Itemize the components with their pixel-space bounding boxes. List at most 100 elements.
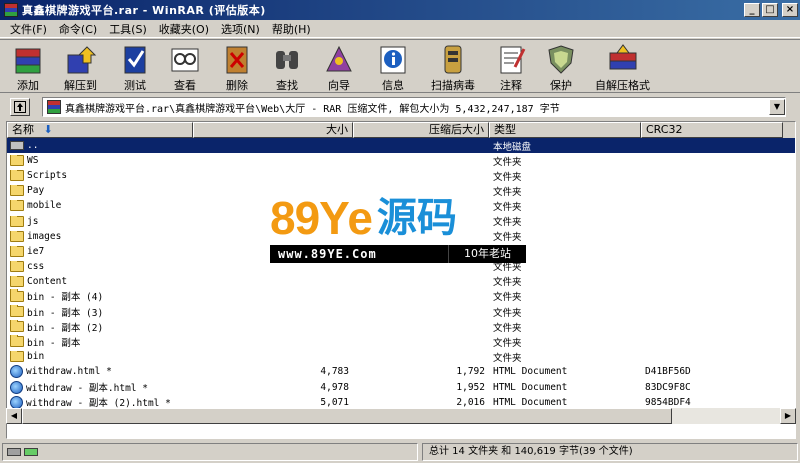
toolbar-button-label: 解压到 (64, 79, 97, 92)
html-document-icon (10, 365, 23, 379)
file-list[interactable]: 名称 ⬇ 大小 压缩后大小 类型 CRC32 .. 本地磁盘 WS 文件夹 Script… (6, 121, 796, 439)
local-disk-icon (10, 141, 24, 151)
drive-icon[interactable] (7, 448, 21, 456)
file-name-text: WS (27, 155, 39, 167)
scroll-track[interactable] (672, 408, 780, 424)
file-crc-cell: D41BF56D (645, 366, 691, 378)
file-name-text: css (27, 260, 45, 272)
file-name-cell: Pay (7, 185, 193, 197)
file-type-cell: 文件夹 (493, 201, 522, 213)
file-size-cell: 4,978 (320, 381, 349, 393)
lock-key-icon[interactable] (24, 448, 38, 456)
toolbar-button-find-binoculars[interactable]: 查找 (271, 40, 303, 92)
toolbar-button-test[interactable]: 测试 (119, 40, 151, 92)
file-name-text: images (27, 230, 62, 242)
toolbar-button-wizard[interactable]: 向导 (323, 40, 355, 92)
file-row[interactable]: bin - 副本 (3) 文件夹 (7, 304, 795, 319)
file-row[interactable]: Pay 文件夹 (7, 183, 795, 198)
file-row[interactable]: withdraw - 副本.html * 4,978 1,952 HTML Docum… (7, 380, 795, 395)
file-row[interactable]: .. 本地磁盘 (7, 138, 795, 154)
folder-icon (10, 215, 24, 227)
menu-item-3[interactable]: 收藏夹(O) (153, 21, 215, 37)
toolbar-button-label: 注释 (500, 79, 522, 92)
file-row[interactable]: images 文件夹 (7, 229, 795, 244)
title-bar: 真鑫棋牌游戏平台.rar - WinRAR (评估版本) _ □ × (0, 0, 800, 20)
window-title: 真鑫棋牌游戏平台.rar - WinRAR (评估版本) (22, 4, 266, 17)
file-type-cell: 文件夹 (493, 232, 522, 244)
file-size-cell: 5,071 (320, 396, 349, 408)
file-name-cell: WS (7, 155, 193, 167)
file-name-text: mobile (27, 200, 62, 212)
file-row[interactable]: Scripts 文件夹 (7, 168, 795, 183)
column-header-size[interactable]: 大小 (193, 122, 353, 138)
toolbar-button-add-archive[interactable]: 添加 (12, 40, 44, 92)
file-name-text: bin - 副本 (27, 337, 81, 349)
scroll-right-button[interactable]: ▶ (780, 408, 796, 424)
address-field[interactable]: 真鑫棋牌游戏平台.rar\真鑫棋牌游戏平台\Web\大厅 - RAR 压缩文件,… (42, 97, 786, 117)
maximize-button[interactable]: □ (762, 3, 778, 17)
file-name-cell: withdraw.html * (7, 365, 193, 379)
file-name-text: .. (27, 140, 39, 152)
menu-item-1[interactable]: 命令(C) (53, 21, 103, 37)
minimize-button[interactable]: _ (744, 3, 760, 17)
winrar-app-icon[interactable] (4, 3, 18, 17)
file-name-text: ie7 (27, 245, 45, 257)
file-name-cell: bin - 副本 (2) (7, 319, 193, 334)
scroll-left-button[interactable]: ◀ (6, 408, 22, 424)
column-header-name[interactable]: 名称 ⬇ (7, 122, 193, 138)
column-header-type[interactable]: 类型 (489, 122, 641, 138)
toolbar-button-virus-scan[interactable]: 扫描病毒 (431, 40, 475, 92)
column-header-packed[interactable]: 压缩后大小 (353, 122, 489, 138)
status-left-pane (2, 443, 418, 461)
file-type-cell: HTML Document (493, 381, 568, 393)
toolbar-button-info[interactable]: 信息 (377, 40, 409, 92)
file-row[interactable]: css 文件夹 (7, 259, 795, 274)
file-type-cell: 文件夹 (493, 337, 522, 349)
scroll-thumb[interactable] (22, 408, 672, 424)
file-rows: .. 本地磁盘 WS 文件夹 Scripts 文件夹 Pay 文件夹 mobile 文件夹 js 文件… (7, 138, 795, 425)
toolbar-button-label: 查看 (174, 79, 196, 92)
test-icon (119, 43, 151, 75)
toolbar-button-label: 测试 (124, 79, 146, 92)
file-name-text: bin - 副本 (3) (27, 307, 104, 319)
close-button[interactable]: × (782, 3, 798, 17)
toolbar-button-delete[interactable]: 删除 (221, 40, 253, 92)
folder-icon (10, 275, 24, 287)
file-row[interactable]: ie7 文件夹 (7, 244, 795, 259)
file-row[interactable]: bin - 副本 (4) 文件夹 (7, 289, 795, 304)
file-type-cell: 文件夹 (493, 217, 522, 229)
list-header: 名称 ⬇ 大小 压缩后大小 类型 CRC32 (7, 122, 795, 138)
toolbar-button-protect-shield[interactable]: 保护 (545, 40, 577, 92)
file-row[interactable]: bin 文件夹 (7, 349, 795, 364)
file-row[interactable]: js 文件夹 (7, 213, 795, 228)
file-row[interactable]: mobile 文件夹 (7, 198, 795, 213)
info-icon (377, 43, 409, 75)
toolbar-button-label: 自解压格式 (595, 79, 650, 92)
toolbar-button-view[interactable]: 查看 (169, 40, 201, 92)
file-row[interactable]: WS 文件夹 (7, 153, 795, 168)
toolbar-button-label: 信息 (382, 79, 404, 92)
horizontal-scrollbar[interactable]: ◀ ▶ (6, 408, 796, 424)
file-name-cell: bin - 副本 (3) (7, 304, 193, 319)
file-row[interactable]: withdraw.html * 4,783 1,792 HTML Document D4… (7, 364, 795, 379)
file-row[interactable]: bin - 副本 (2) 文件夹 (7, 319, 795, 334)
toolbar-button-sfx[interactable]: 自解压格式 (595, 40, 650, 92)
address-dropdown-button[interactable]: ▼ (769, 99, 785, 115)
address-bar: 真鑫棋牌游戏平台.rar\真鑫棋牌游戏平台\Web\大厅 - RAR 压缩文件,… (0, 94, 800, 120)
file-row[interactable]: Content 文件夹 (7, 274, 795, 289)
file-type-cell: 文件夹 (493, 247, 522, 259)
menu-item-4[interactable]: 选项(N) (215, 21, 266, 37)
toolbar-button-comment[interactable]: 注释 (495, 40, 527, 92)
toolbar-button-extract-to[interactable]: 解压到 (64, 40, 97, 92)
file-type-cell: 文件夹 (493, 262, 522, 274)
file-crc-cell: 9854BDF4 (645, 396, 691, 408)
menu-item-5[interactable]: 帮助(H) (266, 21, 317, 37)
up-folder-button[interactable] (10, 98, 30, 116)
menu-item-2[interactable]: 工具(S) (103, 21, 153, 37)
toolbar-button-label: 向导 (328, 79, 350, 92)
extract-to-icon (65, 43, 97, 75)
file-row[interactable]: bin - 副本 文件夹 (7, 334, 795, 349)
menu-item-0[interactable]: 文件(F) (4, 21, 53, 37)
column-header-crc[interactable]: CRC32 (641, 122, 783, 138)
html-document-icon (10, 380, 23, 394)
